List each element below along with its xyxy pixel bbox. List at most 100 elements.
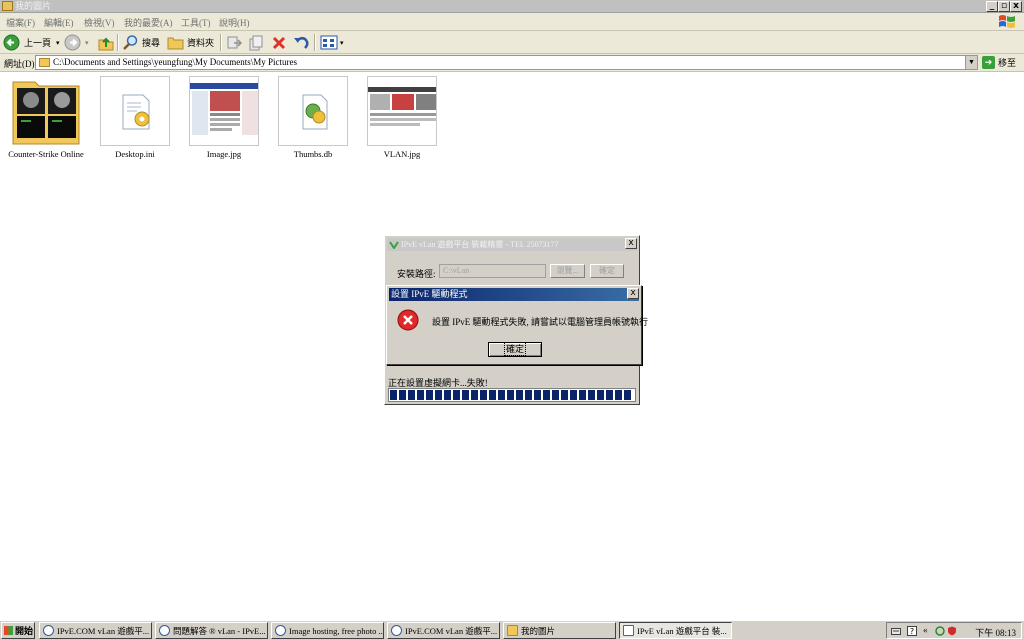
forward-arrow-icon (64, 34, 81, 51)
file-name: Thumbs.db (293, 149, 333, 159)
taskbar-item[interactable]: 問題解答 ® vLan - IPvE... (155, 622, 268, 639)
maximize-button[interactable]: ▫ (998, 1, 1010, 12)
taskbar-item[interactable]: IPvE.COM vLan 遊戲平... (39, 622, 152, 639)
progress-segment (399, 390, 406, 400)
folder-icon (12, 81, 80, 145)
ok-button[interactable]: 確定 (488, 342, 542, 357)
taskbar-item-label: 我的圖片 (521, 625, 556, 636)
progress-segment (471, 390, 478, 400)
error-close-button[interactable]: x (627, 288, 639, 299)
minimize-button[interactable]: _ (986, 1, 998, 12)
window-titlebar[interactable]: 我的圖片 _ ▫ x (0, 0, 1024, 13)
file-item-counter-strike-online[interactable]: Counter-Strike Online (1, 76, 91, 159)
progress-segment (489, 390, 496, 400)
back-label: 上一頁 (24, 38, 52, 48)
error-titlebar[interactable]: 設置 IPvE 驅動程式 (389, 288, 639, 301)
menu-edit[interactable]: 編輯(E) (44, 16, 74, 29)
menu-view[interactable]: 檢視(V) (84, 16, 115, 29)
taskbar-item-label: IPvE.COM vLan 遊戲平... (57, 625, 150, 636)
taskbar-item-label: Image hosting, free photo ... (289, 625, 384, 636)
menu-file[interactable]: 檔案(F) (6, 16, 35, 29)
progress-segment (408, 390, 415, 400)
go-arrow-icon: ➔ (982, 56, 995, 69)
expand-tray-icon[interactable]: « (923, 625, 933, 635)
menu-tools[interactable]: 工具(T) (181, 16, 211, 29)
toolbar: 上一頁 ▾ ▾ 搜尋 資料夾 ▾ (0, 31, 1024, 54)
start-button[interactable]: 開始 (1, 622, 35, 639)
back-button[interactable]: 上一頁 ▾ (3, 33, 60, 52)
copy-to-button[interactable] (248, 33, 264, 52)
file-item-vlan-jpg[interactable]: VLAN.jpg (357, 76, 447, 159)
progress-segment (507, 390, 514, 400)
help-icon[interactable]: ? (907, 626, 917, 636)
progress-segment (561, 390, 568, 400)
folders-icon (167, 37, 184, 50)
progress-segment (588, 390, 595, 400)
forward-dropdown-icon[interactable]: ▾ (85, 39, 89, 47)
copy-to-icon (249, 35, 263, 50)
installer-close-button[interactable]: x (625, 238, 637, 249)
taskbar-item-active[interactable]: IPvE vLan 遊戲平台 裝... (619, 622, 732, 639)
search-label: 搜尋 (142, 38, 161, 48)
error-icon (397, 309, 419, 331)
search-button[interactable]: 搜尋 (122, 33, 160, 52)
progress-segment (534, 390, 541, 400)
file-item-image-jpg[interactable]: Image.jpg (179, 76, 269, 159)
ie-icon (159, 625, 170, 636)
views-button[interactable]: ▾ (320, 33, 344, 52)
progress-segment (597, 390, 604, 400)
folder-thumbnail (11, 76, 81, 146)
address-bar: 網址(D) C:\Documents and Settings\yeungfun… (0, 54, 1024, 72)
taskbar-item[interactable]: Image hosting, free photo ... (271, 622, 384, 639)
taskbar-item[interactable]: IPvE.COM vLan 遊戲平... (387, 622, 500, 639)
keyboard-icon[interactable] (891, 626, 901, 636)
undo-button[interactable] (293, 33, 310, 52)
menu-favorites[interactable]: 我的最愛(A) (124, 16, 173, 29)
address-label: 網址(D) (4, 59, 35, 69)
progress-segment (579, 390, 586, 400)
taskbar: 開始 IPvE.COM vLan 遊戲平... 問題解答 ® vLan - IP… (0, 620, 1024, 640)
progress-segment (570, 390, 577, 400)
file-item-desktop-ini[interactable]: Desktop.ini (90, 76, 180, 159)
installer-titlebar[interactable]: IPvE vLan 遊戲平台 裝載精靈 - TEL 25073177 (387, 238, 637, 251)
address-input[interactable]: C:\Documents and Settings\yeungfung\My D… (35, 55, 978, 70)
progress-segment (444, 390, 451, 400)
window-title: 我的圖片 (15, 1, 52, 11)
file-name: Counter-Strike Online (8, 149, 84, 159)
folders-button[interactable]: 資料夾 (167, 33, 214, 52)
up-folder-button[interactable] (98, 33, 114, 52)
webpage-screenshot-icon (190, 83, 258, 141)
close-button[interactable]: x (1010, 1, 1022, 12)
folder-icon (2, 1, 13, 11)
search-icon (123, 35, 138, 50)
windows-logo-icon (4, 626, 13, 635)
progress-segment (525, 390, 532, 400)
browse-button[interactable]: 瀏覽... (550, 264, 585, 278)
security-shield-icon[interactable] (947, 626, 957, 636)
progress-segment (624, 390, 631, 400)
taskbar-item[interactable]: 我的圖片 (503, 622, 616, 639)
ie-icon (275, 625, 286, 636)
installer-confirm-button[interactable]: 確定 (590, 264, 624, 278)
image-thumbnail (367, 76, 437, 146)
file-item-thumbs-db[interactable]: Thumbs.db (268, 76, 358, 159)
progress-segment (462, 390, 469, 400)
menu-help[interactable]: 說明(H) (219, 16, 250, 29)
go-button[interactable]: ➔ 移至 (982, 55, 1016, 70)
windows-logo-icon (999, 15, 1015, 28)
address-dropdown-icon[interactable]: ▼ (965, 56, 977, 69)
progress-segment (480, 390, 487, 400)
folder-icon (507, 625, 518, 636)
progress-segment (417, 390, 424, 400)
undo-icon (294, 36, 309, 49)
delete-button[interactable] (271, 33, 287, 52)
toolbar-separator (117, 34, 118, 51)
toolbar-separator (220, 34, 221, 51)
move-to-button[interactable] (226, 33, 242, 52)
image-thumbnail (189, 76, 259, 146)
back-dropdown-icon[interactable]: ▾ (56, 39, 60, 47)
install-path-input[interactable]: C:\vLan (439, 264, 546, 278)
views-dropdown-icon[interactable]: ▾ (340, 39, 344, 47)
network-status-icon[interactable] (935, 626, 945, 636)
forward-button[interactable]: ▾ (64, 33, 89, 52)
